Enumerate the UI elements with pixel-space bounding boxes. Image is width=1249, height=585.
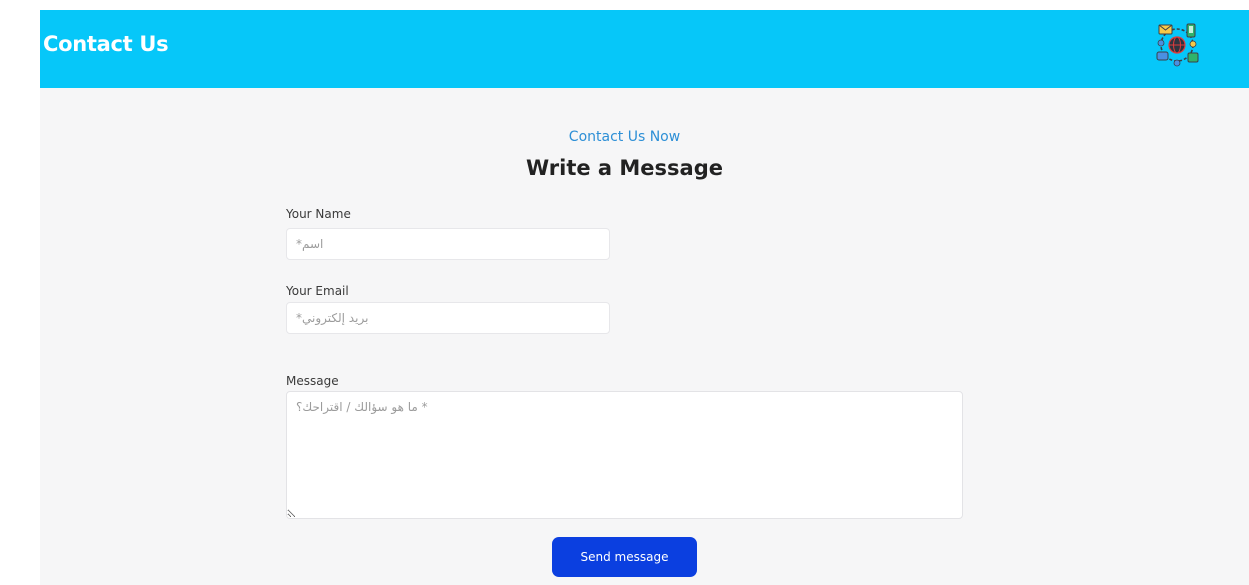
header-bar: Contact Us [40,10,1249,88]
message-textarea[interactable] [286,391,963,519]
name-input[interactable] [286,228,610,260]
email-label: Your Email [286,284,349,298]
page: Contact Us Contact Us Now Write a Messag… [40,10,1249,585]
header-title: Contact Us [43,32,169,56]
name-label: Your Name [286,207,351,221]
email-input[interactable] [286,302,610,334]
send-message-button[interactable]: Send message [552,537,697,577]
page-title: Write a Message [525,156,723,180]
globe-network-icon[interactable] [1152,19,1202,69]
message-label: Message [286,374,339,388]
contact-subtitle: Contact Us Now [568,129,681,145]
